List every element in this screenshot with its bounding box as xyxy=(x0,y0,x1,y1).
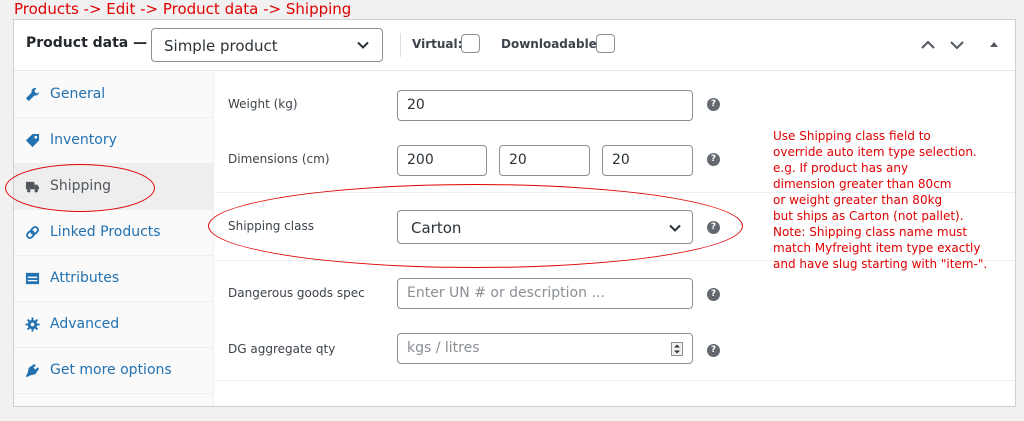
help-icon[interactable]: ? xyxy=(707,288,720,301)
annotation-caption: Products -> Edit -> Product data -> Ship… xyxy=(14,0,352,18)
tab-label: Get more options xyxy=(50,362,172,378)
help-icon[interactable]: ? xyxy=(707,98,720,111)
dg-qty-input[interactable]: kgs / litres xyxy=(397,333,693,364)
tab-label: Advanced xyxy=(50,316,120,332)
link-icon xyxy=(26,226,39,239)
panel-header: Product data — Simple product Virtual: D… xyxy=(14,20,1015,71)
width-input[interactable]: 20 xyxy=(499,145,590,176)
shipping-tab-highlight xyxy=(5,164,155,212)
height-input[interactable]: 20 xyxy=(602,145,693,176)
dg-qty-label: DG aggregate qty xyxy=(228,342,336,356)
virtual-checkbox[interactable] xyxy=(461,34,480,53)
row-divider xyxy=(215,380,1015,381)
tab-label: General xyxy=(50,86,106,102)
tab-attributes[interactable]: Attributes xyxy=(14,256,213,302)
chevron-down-icon xyxy=(357,41,369,49)
gear-icon xyxy=(25,317,40,332)
length-input[interactable]: 200 xyxy=(397,145,487,176)
annotation-note: Use Shipping class field to override aut… xyxy=(773,128,1013,272)
wrench-icon xyxy=(25,87,40,102)
product-data-tabs: General Inventory Shipping Linked Produc… xyxy=(14,72,214,406)
table-icon xyxy=(25,272,40,285)
dangerous-goods-label: Dangerous goods spec xyxy=(228,286,365,300)
tab-label: Inventory xyxy=(50,132,117,148)
note-line: Note: Shipping class name must xyxy=(773,225,968,239)
note-line: or weight greater than 80kg xyxy=(773,193,943,207)
chevron-down-icon[interactable] xyxy=(949,37,965,53)
note-line: override auto item type selection. xyxy=(773,145,977,159)
downloadable-checkbox[interactable] xyxy=(596,34,615,53)
weight-label: Weight (kg) xyxy=(228,97,298,111)
tab-get-more-options[interactable]: Get more options xyxy=(14,348,213,394)
help-icon[interactable]: ? xyxy=(707,153,720,166)
note-line: but ships as Carton (not pallet). xyxy=(773,209,964,223)
help-icon[interactable]: ? xyxy=(707,344,720,357)
note-line: and have slug starting with "item-". xyxy=(773,257,988,271)
tab-label: Attributes xyxy=(50,270,120,286)
note-line: dimension greater than 80cm xyxy=(773,177,952,191)
product-type-select[interactable]: Simple product xyxy=(151,28,383,62)
spinner-icon[interactable] xyxy=(671,342,683,356)
tab-label: Linked Products xyxy=(50,224,161,240)
downloadable-label: Downloadable: xyxy=(501,37,602,51)
tag-icon xyxy=(25,133,40,148)
tab-linked-products[interactable]: Linked Products xyxy=(14,210,213,256)
dg-qty-placeholder: kgs / litres xyxy=(407,340,480,356)
collapse-arrow-icon[interactable] xyxy=(986,37,1002,53)
plugin-icon xyxy=(25,363,40,378)
virtual-label: Virtual: xyxy=(412,37,463,51)
tab-general[interactable]: General xyxy=(14,72,213,118)
tab-advanced[interactable]: Advanced xyxy=(14,302,213,348)
note-line: e.g. If product has any xyxy=(773,161,909,175)
note-line: match Myfreight item type exactly xyxy=(773,241,981,255)
weight-input[interactable]: 20 xyxy=(397,90,693,121)
dangerous-goods-input[interactable]: Enter UN # or description ... xyxy=(397,278,693,309)
tab-inventory[interactable]: Inventory xyxy=(14,118,213,164)
header-divider xyxy=(400,33,401,57)
product-type-value: Simple product xyxy=(164,37,278,55)
panel-title: Product data — xyxy=(26,35,148,51)
chevron-up-icon[interactable] xyxy=(920,37,936,53)
dimensions-label: Dimensions (cm) xyxy=(228,152,330,166)
shipping-class-highlight xyxy=(208,184,743,268)
note-line: Use Shipping class field to xyxy=(773,129,931,143)
